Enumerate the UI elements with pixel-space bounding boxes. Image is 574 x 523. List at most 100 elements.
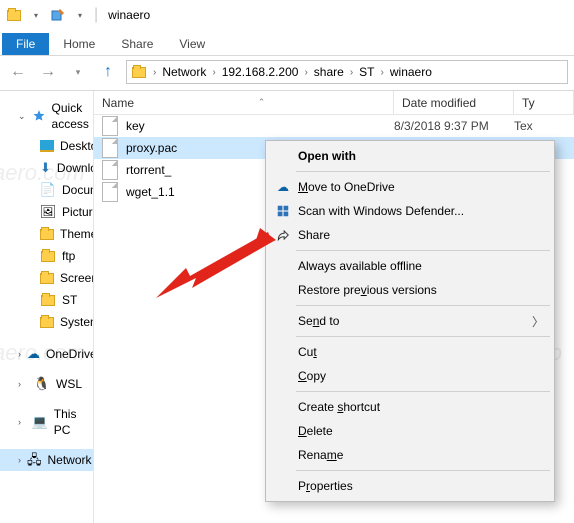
ctx-share[interactable]: Share — [268, 223, 552, 247]
ctx-copy[interactable]: Copy — [268, 364, 552, 388]
address-bar[interactable]: › Network › 192.168.2.200 › share › ST ›… — [126, 60, 568, 84]
separator — [296, 250, 550, 251]
share-icon — [274, 226, 292, 244]
ctx-label: Always available offline — [298, 259, 422, 273]
ctx-label: Restore previous versions — [298, 283, 437, 297]
pictures-icon: 🖼 — [40, 204, 56, 220]
col-label: Name — [102, 96, 134, 110]
back-button: ← — [6, 60, 30, 84]
sidebar-label: This PC — [54, 406, 87, 438]
sidebar-item-documents[interactable]: 📄Documents📌 — [0, 179, 93, 201]
tab-view[interactable]: View — [167, 33, 217, 55]
sidebar-item-system32[interactable]: System32 — [0, 311, 93, 333]
chevron-right-icon[interactable]: › — [350, 67, 353, 78]
ctx-sendto[interactable]: Send to〉 — [268, 309, 552, 333]
network-icon: 🖧 — [27, 452, 42, 468]
folder-icon — [40, 292, 56, 308]
ctx-shortcut[interactable]: Create shortcut — [268, 395, 552, 419]
file-tab[interactable]: File — [2, 33, 49, 55]
up-button[interactable]: ↑ — [96, 60, 120, 84]
separator — [296, 305, 550, 306]
sidebar-label: WSL — [56, 376, 82, 392]
ctx-restore[interactable]: Restore previous versions — [268, 278, 552, 302]
forward-button: → — [36, 60, 60, 84]
qat-dropdown-icon[interactable]: ▾ — [72, 7, 88, 23]
sort-asc-icon: ⌃ — [258, 97, 266, 108]
ctx-delete[interactable]: Delete — [268, 419, 552, 443]
chevron-right-icon[interactable]: › — [18, 346, 21, 362]
sidebar-item-screenshots[interactable]: Screenshots — [0, 267, 93, 289]
sidebar-network[interactable]: ›🖧Network — [0, 449, 93, 471]
file-name: key — [126, 119, 145, 133]
file-row[interactable]: key 8/3/2018 9:37 PM Tex — [94, 115, 574, 137]
column-headers[interactable]: Name ⌃ Date modified Ty — [94, 91, 574, 115]
tab-home[interactable]: Home — [51, 33, 107, 55]
sidebar-item-st[interactable]: ST — [0, 289, 93, 311]
ctx-properties[interactable]: Properties — [268, 474, 552, 498]
sidebar-item-themes[interactable]: Themes📌 — [0, 223, 93, 245]
ctx-label: Move to OneDrive — [298, 180, 395, 194]
onedrive-icon: ☁ — [274, 178, 292, 196]
sidebar-label: ftp — [62, 248, 75, 264]
breadcrumb[interactable]: share — [314, 65, 344, 79]
ctx-label: Properties — [298, 479, 353, 493]
ctx-rename[interactable]: Rename — [268, 443, 552, 467]
file-icon — [102, 116, 118, 136]
ctx-defender[interactable]: Scan with Windows Defender... — [268, 199, 552, 223]
chevron-down-icon[interactable]: ⌄ — [18, 108, 26, 124]
recent-dropdown[interactable]: ▾ — [66, 60, 90, 84]
ctx-label: Copy — [298, 369, 326, 383]
chevron-right-icon[interactable]: › — [381, 67, 384, 78]
folder-icon — [40, 226, 54, 242]
separator — [296, 336, 550, 337]
folder-icon — [6, 7, 22, 23]
sidebar-onedrive[interactable]: ›☁OneDrive — [0, 343, 93, 365]
desktop-icon — [40, 138, 54, 154]
folder-icon — [40, 314, 54, 330]
navigation-pane[interactable]: ⌄ Quick access Desktop📌 ⬇Downloads📌 📄Doc… — [0, 91, 94, 523]
sidebar-label: Quick access — [52, 100, 89, 132]
ctx-openwith[interactable]: Open with — [268, 144, 552, 168]
sidebar-label: Desktop — [60, 138, 94, 154]
file-icon — [102, 182, 118, 202]
chevron-right-icon[interactable]: › — [212, 67, 215, 78]
dropdown-icon[interactable]: ▾ — [28, 7, 44, 23]
separator — [296, 391, 550, 392]
breadcrumb[interactable]: winaero — [390, 65, 432, 79]
col-type[interactable]: Ty — [514, 91, 574, 114]
ctx-cut[interactable]: Cut — [268, 340, 552, 364]
sidebar-item-ftp[interactable]: ftp — [0, 245, 93, 267]
context-menu[interactable]: Open with ☁ Move to OneDrive Scan with Wi… — [265, 140, 555, 502]
properties-icon[interactable] — [50, 7, 66, 23]
file-date: 8/3/2018 9:37 PM — [394, 119, 514, 133]
window-title: winaero — [108, 8, 150, 22]
thispc-icon: 💻 — [32, 414, 48, 430]
ctx-label: Delete — [298, 424, 333, 438]
ctx-label: Rename — [298, 448, 343, 462]
col-name[interactable]: Name ⌃ — [94, 91, 394, 114]
breadcrumb[interactable]: ST — [359, 65, 374, 79]
tab-share[interactable]: Share — [109, 33, 165, 55]
chevron-right-icon[interactable]: › — [18, 452, 21, 468]
star-icon — [32, 108, 46, 124]
sidebar-item-downloads[interactable]: ⬇Downloads📌 — [0, 157, 93, 179]
breadcrumb[interactable]: Network — [162, 65, 206, 79]
sidebar-wsl[interactable]: › 🐧 WSL — [0, 373, 93, 395]
breadcrumb[interactable]: 192.168.2.200 — [222, 65, 299, 79]
folder-icon — [40, 270, 54, 286]
chevron-right-icon[interactable]: › — [18, 376, 28, 392]
sidebar-thispc[interactable]: › 💻 This PC — [0, 403, 93, 441]
chevron-right-icon[interactable]: › — [304, 67, 307, 78]
col-date[interactable]: Date modified — [394, 91, 514, 114]
separator — [296, 171, 550, 172]
chevron-right-icon[interactable]: › — [153, 67, 156, 78]
sidebar-quickaccess[interactable]: ⌄ Quick access — [0, 97, 93, 135]
sidebar-item-pictures[interactable]: 🖼Pictures📌 — [0, 201, 93, 223]
chevron-right-icon[interactable]: › — [18, 414, 26, 430]
sidebar-item-desktop[interactable]: Desktop📌 — [0, 135, 93, 157]
ctx-onedrive[interactable]: ☁ Move to OneDrive — [268, 175, 552, 199]
submenu-arrow-icon: 〉 — [532, 313, 544, 330]
ctx-offline[interactable]: Always available offline — [268, 254, 552, 278]
wsl-icon: 🐧 — [34, 376, 50, 392]
titlebar: ▾ ▾ | winaero — [0, 0, 574, 30]
